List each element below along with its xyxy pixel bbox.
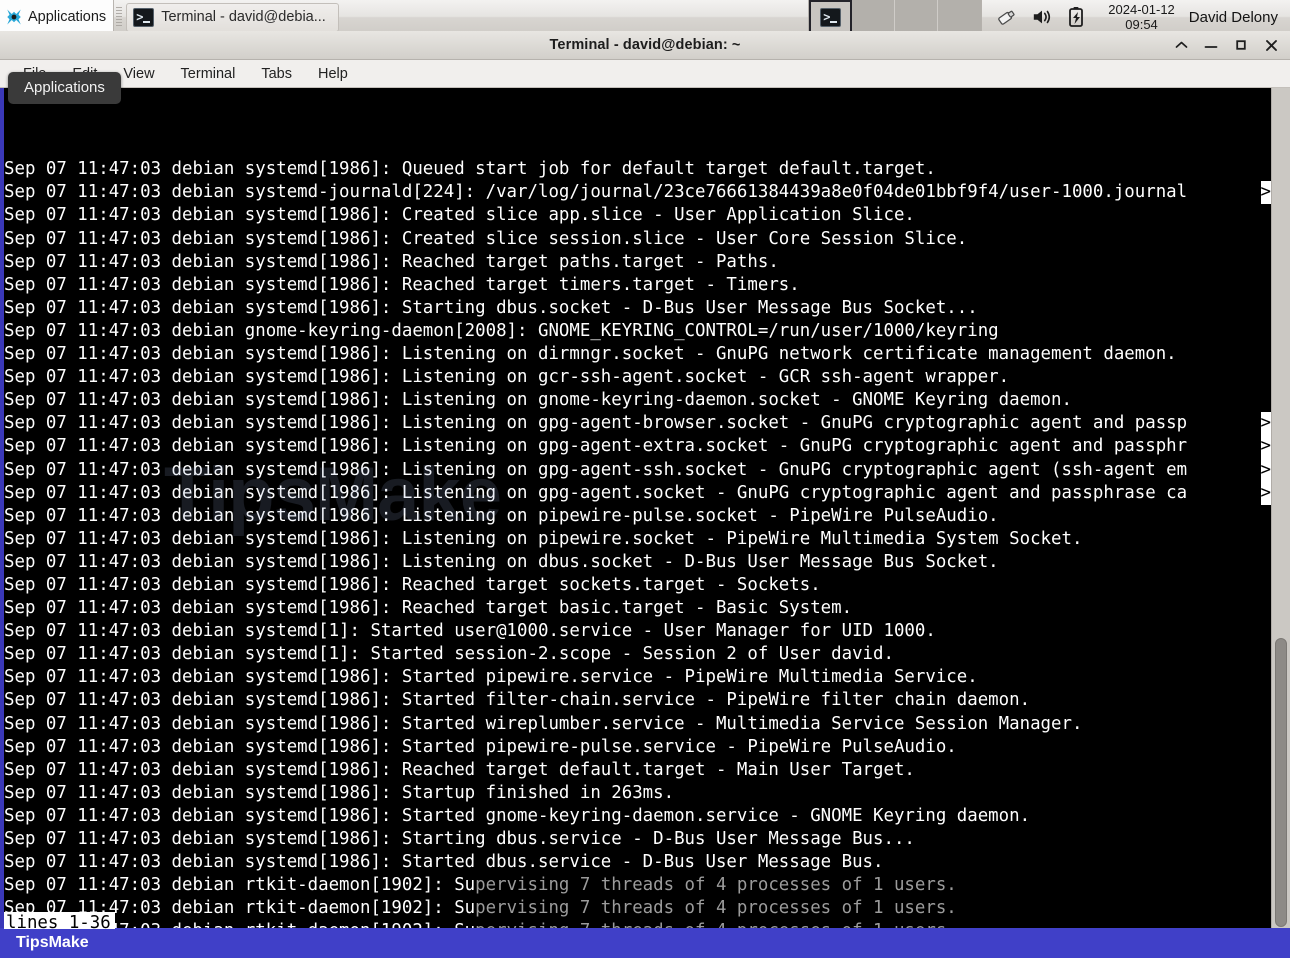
terminal-line: Sep 07 11:47:03 debian rtkit-daemon[1902… <box>4 875 957 896</box>
top-panel: Applications Terminal - david@debia... <box>0 0 1290 35</box>
terminal-line: Sep 07 11:47:03 debian systemd[1986]: Li… <box>4 367 1010 388</box>
terminal-line: Sep 07 11:47:03 debian systemd[1]: Start… <box>4 621 936 642</box>
terminal-window: Terminal - david@debian: ~ File Edit Vie… <box>0 31 1290 929</box>
workspace-switcher[interactable] <box>808 0 983 34</box>
maximize-button[interactable] <box>1234 38 1248 52</box>
workspace-1[interactable] <box>809 0 853 34</box>
menu-terminal[interactable]: Terminal <box>168 64 249 84</box>
clock-time: 09:54 <box>1125 17 1158 32</box>
clock-date: 2024-01-12 <box>1108 2 1175 17</box>
terminal-line: Sep 07 11:47:03 debian systemd[1986]: St… <box>4 829 915 849</box>
menu-bar: File Edit View Terminal Tabs Help Applic… <box>0 60 1290 104</box>
terminal-scrollbar[interactable] <box>1271 88 1290 929</box>
window-titlebar[interactable]: Terminal - david@debian: ~ <box>0 31 1290 60</box>
terminal-line: Sep 07 11:47:03 debian systemd[1986]: St… <box>4 690 1031 711</box>
terminal-line: Sep 07 11:47:03 debian systemd[1986]: St… <box>4 782 675 803</box>
task-button-label: Terminal - david@debia... <box>161 9 326 25</box>
terminal-line: Sep 07 11:47:03 debian systemd[1986]: Li… <box>4 528 1083 549</box>
terminal-line: Sep 07 11:47:03 debian systemd[1986]: Re… <box>4 759 915 780</box>
terminal-line: Sep 07 11:47:03 debian systemd[1986]: Li… <box>4 481 1271 505</box>
terminal-line: Sep 07 11:47:03 debian systemd[1986]: Li… <box>4 390 1072 411</box>
menu-help[interactable]: Help <box>305 64 361 84</box>
line-truncation-marker: > <box>1260 412 1271 436</box>
menu-tabs[interactable]: Tabs <box>248 64 305 84</box>
terminal-line-dim-text: pervising 7 threads of 4 processes of 1 … <box>475 898 957 919</box>
shade-button[interactable] <box>1174 38 1188 52</box>
terminal-line: Sep 07 11:47:03 debian systemd[1986]: Cr… <box>4 228 968 249</box>
system-tray <box>982 0 1098 34</box>
terminal-line: Sep 07 11:47:03 debian systemd[1986]: Qu… <box>4 159 936 180</box>
terminal-line: Sep 07 11:47:03 debian gnome-keyring-dae… <box>4 320 999 341</box>
terminal-body: TipsMake Sep 07 11:47:03 debian systemd[… <box>0 88 1290 929</box>
close-button[interactable] <box>1264 38 1278 52</box>
terminal-line: Sep 07 11:47:03 debian systemd[1986]: Li… <box>4 551 999 572</box>
terminal-line: Sep 07 11:47:03 debian systemd[1986]: St… <box>4 667 978 688</box>
removable-media-icon[interactable] <box>996 7 1018 27</box>
terminal-line: Sep 07 11:47:03 debian systemd-journald[… <box>4 181 1271 205</box>
line-truncation-marker: > <box>1260 181 1271 205</box>
panel-drag-handle[interactable] <box>116 7 123 27</box>
terminal-line: Sep 07 11:47:03 debian systemd[1986]: Li… <box>4 344 1177 365</box>
terminal-log-lines: Sep 07 11:47:03 debian systemd[1986]: Qu… <box>4 158 1271 929</box>
terminal-line-dim-text: pervising 7 threads of 4 processes of 1 … <box>475 875 957 896</box>
clock[interactable]: 2024-01-12 09:54 <box>1098 0 1185 34</box>
terminal-icon <box>820 7 842 27</box>
terminal-line: Sep 07 11:47:03 debian systemd[1986]: Li… <box>4 458 1271 482</box>
terminal-line: Sep 07 11:47:03 debian systemd[1986]: St… <box>4 713 1083 734</box>
footer-bar: TipsMake <box>0 928 1290 958</box>
window-title: Terminal - david@debian: ~ <box>549 37 741 53</box>
terminal-line: Sep 07 11:47:03 debian systemd[1986]: Re… <box>4 274 800 295</box>
terminal-line: Sep 07 11:47:03 debian systemd[1986]: Re… <box>4 598 853 619</box>
terminal-line: Sep 07 11:47:03 debian systemd[1986]: St… <box>4 852 884 873</box>
terminal-line: Sep 07 11:47:03 debian systemd[1986]: Re… <box>4 251 779 272</box>
desktop: Applications Terminal - david@debia... <box>0 0 1290 958</box>
workspace-3[interactable] <box>895 0 939 34</box>
terminal-line: Sep 07 11:47:03 debian systemd[1]: Start… <box>4 644 894 665</box>
workspace-4[interactable] <box>938 0 982 34</box>
terminal-line: Sep 07 11:47:03 debian systemd[1986]: Li… <box>4 412 1271 436</box>
terminal-line: Sep 07 11:47:03 debian systemd[1986]: Li… <box>4 435 1271 459</box>
window-task-list: Terminal - david@debia... <box>124 0 339 34</box>
terminal-line: Sep 07 11:47:03 debian systemd[1986]: St… <box>4 297 978 318</box>
line-truncation-marker: > <box>1260 481 1271 505</box>
footer-brand: TipsMake <box>16 934 89 951</box>
scrollbar-thumb[interactable] <box>1275 638 1287 927</box>
applications-menu-button[interactable]: Applications <box>0 0 115 34</box>
window-controls <box>1174 31 1284 59</box>
panel-spacer <box>339 0 808 34</box>
applications-menu-label: Applications <box>28 9 107 25</box>
minimize-button[interactable] <box>1204 38 1218 52</box>
battery-charging-icon[interactable] <box>1066 6 1086 28</box>
applications-tooltip: Applications <box>8 72 121 104</box>
workspace-2[interactable] <box>852 0 896 34</box>
terminal-line: Sep 07 11:47:03 debian systemd[1986]: Re… <box>4 574 821 595</box>
volume-speaker-icon[interactable] <box>1031 7 1053 27</box>
terminal-line: Sep 07 11:47:03 debian systemd[1986]: St… <box>4 805 1031 826</box>
terminal-icon <box>133 7 155 27</box>
terminal-line: Sep 07 11:47:03 debian systemd[1986]: St… <box>4 736 957 757</box>
terminal-screen[interactable]: TipsMake Sep 07 11:47:03 debian systemd[… <box>4 88 1271 929</box>
terminal-line: Sep 07 11:47:03 debian systemd[1986]: Li… <box>4 505 999 526</box>
xfce-mouse-icon <box>5 8 23 26</box>
terminal-line: Sep 07 11:47:03 debian rtkit-daemon[1902… <box>4 898 957 919</box>
user-name-label[interactable]: David Delony <box>1185 0 1290 34</box>
line-truncation-marker: > <box>1260 458 1271 482</box>
terminal-line: Sep 07 11:47:03 debian systemd[1986]: Cr… <box>4 205 915 226</box>
task-button-terminal[interactable]: Terminal - david@debia... <box>126 2 339 32</box>
pager-status: lines 1-36 <box>4 911 115 929</box>
line-truncation-marker: > <box>1260 435 1271 459</box>
